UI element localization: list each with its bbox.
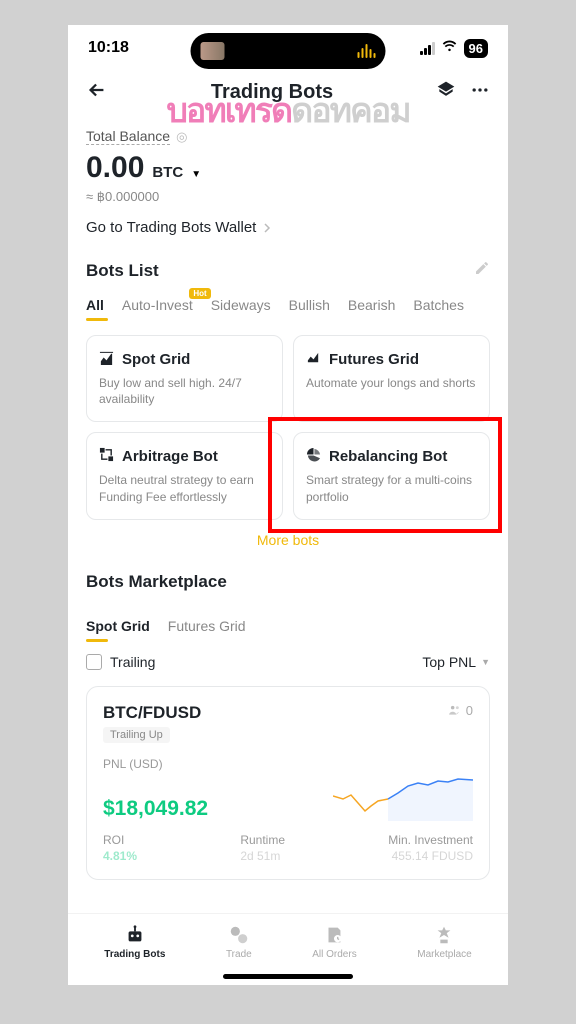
home-indicator[interactable]: [223, 974, 353, 979]
tab-futures-grid[interactable]: Futures Grid: [168, 612, 246, 640]
futures-grid-icon: [306, 350, 321, 369]
chevron-down-icon[interactable]: ▼: [191, 169, 201, 180]
battery-indicator: 96: [464, 39, 488, 58]
tab-all[interactable]: All: [86, 291, 104, 319]
bot-card-futures-grid[interactable]: Futures Grid Automate your longs and sho…: [293, 335, 490, 422]
copies-count: 0: [448, 703, 473, 718]
dynamic-island[interactable]: [191, 33, 386, 69]
more-icon[interactable]: [470, 80, 490, 105]
bottom-nav: Trading Bots Trade All Orders Marketplac…: [68, 913, 508, 966]
chevron-down-icon: ▼: [481, 657, 490, 667]
tab-spot-grid[interactable]: Spot Grid: [86, 612, 150, 640]
layers-icon[interactable]: [436, 80, 456, 105]
bot-card-spot-grid[interactable]: Spot Grid Buy low and sell high. 24/7 av…: [86, 335, 283, 422]
bots-list-title: Bots List: [86, 261, 159, 281]
min-investment-label: Min. Investment: [388, 833, 473, 847]
runtime-label: Runtime: [240, 833, 285, 847]
cellular-icon: [420, 42, 435, 55]
back-button[interactable]: [86, 79, 108, 106]
status-bar: 10:18 96: [68, 25, 508, 67]
balance-label: Total Balance: [86, 128, 170, 145]
edit-icon[interactable]: [474, 260, 490, 281]
spot-grid-icon: [99, 350, 114, 369]
balance-fiat: ≈ ฿0.000000: [86, 189, 490, 205]
tab-bullish[interactable]: Bullish: [289, 291, 330, 319]
arbitrage-icon: [99, 447, 114, 466]
tab-bearish[interactable]: Bearish: [348, 291, 395, 319]
roi-label: ROI: [103, 833, 137, 847]
marketplace-title: Bots Marketplace: [86, 572, 227, 592]
strategy-tag: Trailing Up: [103, 727, 170, 743]
pair-name: BTC/FDUSD: [103, 703, 201, 723]
status-time: 10:18: [88, 39, 129, 57]
marketplace-card[interactable]: BTC/FDUSD Trailing Up 0 PNL (USD) $18,04…: [86, 686, 490, 880]
pnl-value: $18,049.82: [103, 797, 208, 821]
balance-currency[interactable]: BTC: [152, 164, 183, 181]
header: Trading Bots: [68, 67, 508, 114]
marketplace-tabs: Spot Grid Futures Grid: [68, 602, 508, 646]
bot-card-arbitrage[interactable]: Arbitrage Bot Delta neutral strategy to …: [86, 432, 283, 519]
hot-badge: Hot: [189, 288, 210, 299]
wallet-link[interactable]: Go to Trading Bots Wallet: [86, 219, 490, 236]
nav-trading-bots[interactable]: Trading Bots: [104, 924, 165, 960]
pnl-label: PNL (USD): [103, 757, 473, 771]
tab-batches[interactable]: Batches: [413, 291, 464, 319]
balance-amount: 0.00: [86, 151, 144, 185]
highlight-annotation: [268, 417, 502, 533]
tab-auto-invest[interactable]: Auto-Invest Hot: [122, 291, 193, 319]
nav-all-orders[interactable]: All Orders: [312, 924, 356, 960]
nav-marketplace[interactable]: Marketplace: [417, 924, 471, 960]
sort-dropdown[interactable]: Top PNL ▼: [422, 654, 490, 670]
trailing-checkbox[interactable]: Trailing: [86, 654, 155, 670]
wifi-icon: [441, 37, 458, 59]
nav-trade[interactable]: Trade: [226, 924, 252, 960]
tab-sideways[interactable]: Sideways: [211, 291, 271, 319]
bots-tabs: All Auto-Invest Hot Sideways Bullish Bea…: [68, 291, 508, 323]
page-title: Trading Bots: [211, 81, 333, 104]
pnl-chart: [333, 771, 473, 821]
